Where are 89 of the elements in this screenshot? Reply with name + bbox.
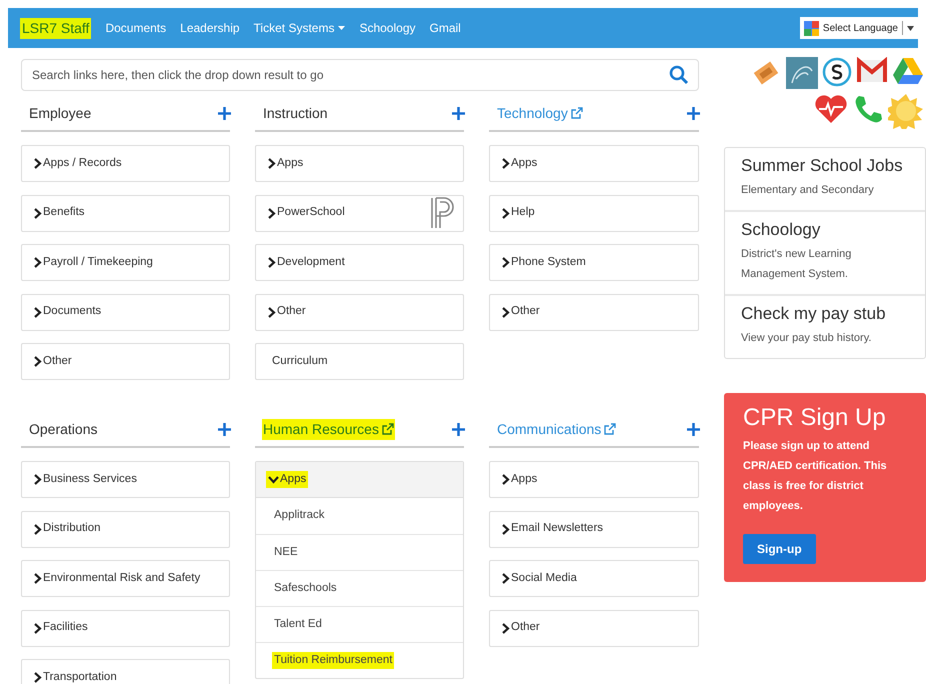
signup-button[interactable]: Sign-up [743, 534, 816, 564]
card-title: Check my pay stub [741, 303, 887, 325]
link-item[interactable]: Applitrack [272, 507, 326, 525]
chevron-right-icon [34, 257, 42, 268]
chevron-right-icon [34, 474, 42, 485]
link-item[interactable]: Safeschools [272, 580, 339, 598]
chevron-right-icon [502, 257, 510, 268]
external-link-icon [604, 423, 616, 435]
promo-title: CPR Sign Up [743, 403, 887, 433]
brand-link[interactable]: LSR7 Staff [20, 18, 92, 38]
chevron-right-icon [502, 474, 510, 485]
menu-item[interactable]: Apps [489, 145, 699, 182]
menu-item[interactable]: Other [489, 294, 699, 330]
info-card[interactable]: Check my pay stub View your pay stub history. [725, 294, 925, 358]
menu-item[interactable]: Distribution [21, 510, 230, 548]
language-selector[interactable]: Select Language [800, 17, 918, 39]
info-card[interactable]: Schoology District's new Learning Management System. [725, 210, 925, 294]
chevron-right-icon [502, 158, 510, 169]
external-link-icon [570, 107, 583, 119]
chevron-right-icon [34, 524, 42, 534]
chevron-right-icon [502, 208, 510, 218]
link-item[interactable]: Talent Ed [272, 616, 324, 634]
chevron-right-icon [34, 356, 42, 367]
link-item[interactable]: NEE [272, 544, 300, 562]
chevron-right-icon [34, 573, 42, 584]
menu-item[interactable]: Curriculum [255, 343, 464, 380]
gmail-icon[interactable] [856, 57, 888, 85]
plus-icon[interactable] [218, 422, 231, 436]
search-icon[interactable] [669, 65, 689, 85]
search-field[interactable]: Search links here, then click the drop down result to go [21, 59, 699, 91]
caret-icon [907, 26, 914, 30]
card-title: Summer School Jobs [741, 155, 904, 177]
chevron-right-icon [268, 158, 276, 169]
menu-item[interactable]: Payroll / Timekeeping [21, 244, 230, 281]
section-title[interactable]: Employee [28, 102, 92, 124]
menu-item[interactable]: Environmental Risk and Safety [21, 560, 230, 597]
section-title[interactable]: Operations [28, 418, 98, 440]
p-logo-icon [429, 196, 457, 230]
menu-item[interactable]: Help [489, 194, 699, 232]
menu-item[interactable]: Benefits [21, 194, 230, 232]
chevron-right-icon [268, 306, 276, 318]
card-description: Elementary and Secondary [741, 183, 875, 198]
menu-item[interactable]: Development [255, 244, 464, 281]
chevron-right-icon [34, 208, 42, 218]
plus-icon[interactable] [687, 422, 700, 436]
chevron-right-icon [502, 306, 510, 318]
menu-item[interactable]: Other [21, 343, 230, 380]
caret-icon [338, 26, 346, 30]
schoology-s-icon[interactable] [822, 57, 852, 87]
chevron-right-icon [34, 622, 42, 634]
section-title[interactable]: Instruction [262, 102, 329, 124]
accordion-header[interactable]: Apps [256, 462, 463, 498]
menu-item[interactable]: Other [489, 610, 699, 646]
chevron-right-icon [34, 158, 42, 169]
card-description: District's new Learning Management System. [741, 247, 852, 282]
menu-item[interactable]: Facilities [21, 610, 230, 646]
heart-rate-icon[interactable] [814, 93, 848, 125]
menu-item[interactable]: Phone System [489, 244, 699, 281]
chevron-right-icon [502, 622, 510, 634]
card-title: Schoology [741, 219, 822, 241]
menu-item[interactable]: Apps [255, 145, 464, 182]
chevron-right-icon [268, 257, 276, 268]
plus-icon[interactable] [687, 106, 700, 120]
plus-icon[interactable] [452, 422, 465, 436]
promo-text: Please sign up to attend CPR/AED certification. This class is free for district employees. [743, 439, 888, 514]
menu-item[interactable]: Business Services [21, 461, 230, 498]
card-description: View your pay stub history. [741, 331, 872, 346]
chevron-right-icon [268, 208, 276, 218]
chevron-right-icon [34, 306, 42, 318]
plus-icon[interactable] [218, 106, 231, 120]
link-item[interactable]: Tuition Reimbursement [272, 652, 394, 670]
menu-item[interactable]: Email Newsletters [489, 510, 699, 548]
menu-item[interactable]: Apps [489, 461, 699, 498]
menu-item[interactable]: Apps / Records [21, 145, 230, 182]
menu-item[interactable]: Documents [21, 294, 230, 330]
chevron-right-icon [34, 672, 42, 683]
chevron-right-icon [502, 573, 510, 584]
menu-item[interactable]: Transportation [21, 659, 230, 684]
plus-icon[interactable] [452, 106, 465, 120]
google-g-icon [804, 20, 819, 36]
chevron-right-icon [502, 524, 510, 534]
drive-icon[interactable] [892, 57, 924, 85]
menu-item[interactable]: Social Media [489, 560, 699, 597]
info-card[interactable]: Summer School Jobs Elementary and Secondary [725, 148, 925, 210]
menu-item[interactable]: Other [255, 294, 464, 330]
chevron-down-icon [268, 476, 279, 484]
menu-item[interactable]: PowerSchool [255, 194, 464, 232]
section-title[interactable]: Human Resources [262, 418, 395, 440]
external-link-icon [382, 423, 394, 435]
